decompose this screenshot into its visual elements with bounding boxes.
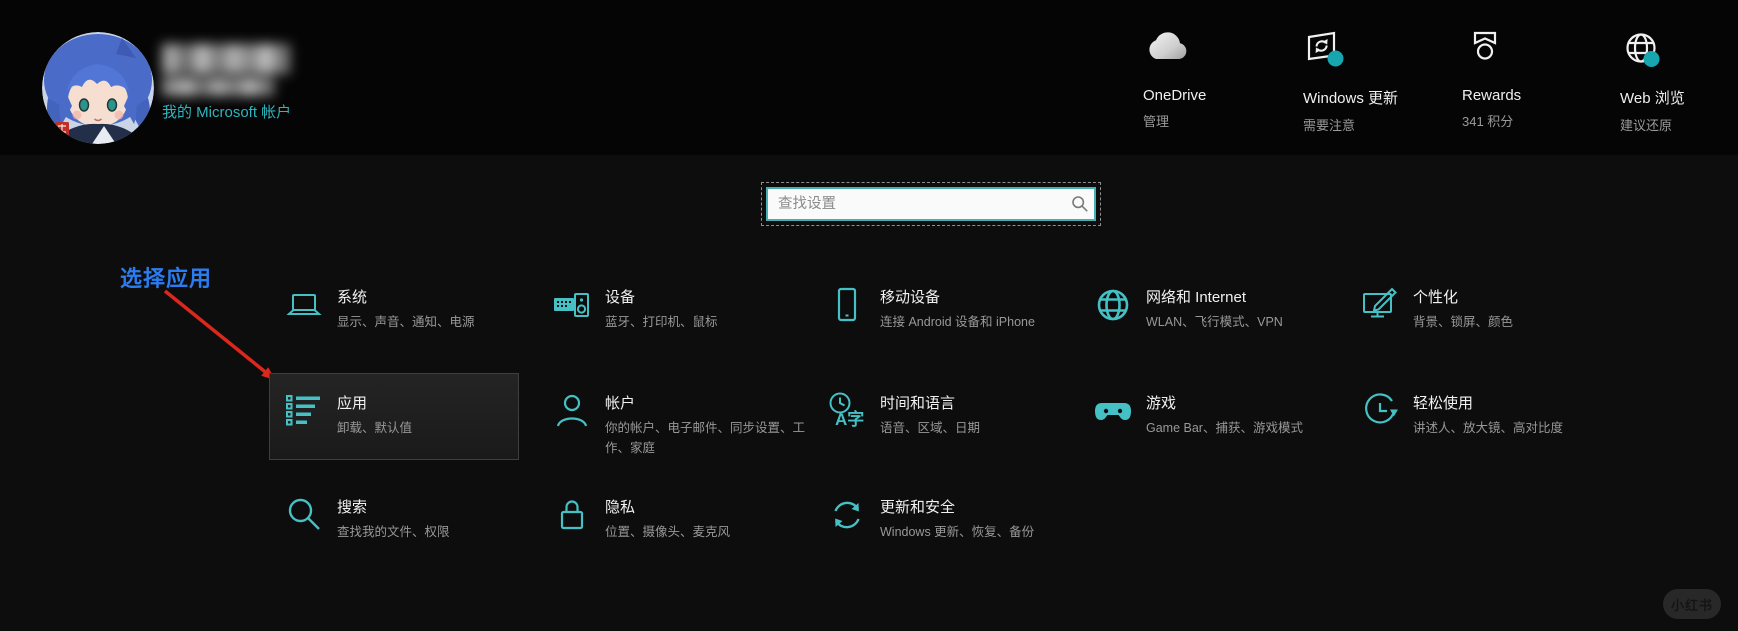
system-laptop-icon (284, 285, 324, 325)
tile-title: 帐户 (605, 395, 636, 412)
tile-title: 应用 (337, 395, 368, 412)
user-avatar (42, 32, 154, 144)
tile-mobile-devices[interactable]: 移动设备 连接 Android 设备和 iPhone (827, 284, 1089, 332)
tile-subtitle: 显示、声音、通知、电源 (337, 315, 475, 329)
tile-system[interactable]: 系统 显示、声音、通知、电源 (284, 284, 546, 332)
web-globe-icon (1620, 28, 1738, 78)
tile-subtitle: 语音、区域、日期 (880, 421, 981, 435)
tile-network-internet[interactable]: 网络和 Internet WLAN、飞行模式、VPN (1093, 284, 1355, 332)
rewards-medal-icon (1462, 28, 1612, 78)
tile-subtitle: WLAN、飞行模式、VPN (1146, 315, 1283, 329)
phone-icon (827, 285, 867, 325)
tile-subtitle: 查找我的文件、权限 (337, 525, 450, 539)
tile-ease-of-access[interactable]: 轻松使用 讲述人、放大镜、高对比度 (1360, 390, 1622, 438)
quick-status-subtitle: 管理 (1143, 114, 1170, 129)
tile-subtitle: Windows 更新、恢复、备份 (880, 525, 1035, 539)
search-magnifier-icon (284, 495, 324, 535)
update-security-sync-icon (827, 495, 867, 535)
tile-privacy[interactable]: 隐私 位置、摄像头、麦克风 (552, 494, 814, 542)
tile-title: 网络和 Internet (1146, 289, 1247, 306)
tile-apps[interactable]: 应用 卸载、默认值 (284, 390, 546, 438)
quick-status-title: Windows 更新 (1303, 90, 1399, 107)
tile-subtitle: 背景、锁屏、颜色 (1413, 315, 1514, 329)
search-icon (1071, 195, 1089, 218)
tile-devices[interactable]: 设备 蓝牙、打印机、鼠标 (552, 284, 814, 332)
tile-search[interactable]: 搜索 查找我的文件、权限 (284, 494, 546, 542)
tile-update-security[interactable]: 更新和安全 Windows 更新、恢复、备份 (827, 494, 1089, 542)
onedrive-cloud-icon (1143, 28, 1293, 78)
tile-accounts[interactable]: 帐户 你的帐户、电子邮件、同步设置、工作、家庭 (552, 390, 814, 458)
svg-text:A字: A字 (835, 409, 864, 429)
quick-status-subtitle: 341 积分 (1462, 114, 1514, 129)
tile-title: 设备 (605, 289, 636, 306)
tile-title: 轻松使用 (1413, 395, 1474, 412)
network-globe-icon (1093, 285, 1133, 325)
tile-subtitle: Game Bar、捕获、游戏模式 (1146, 421, 1303, 435)
tile-subtitle: 你的帐户、电子邮件、同步设置、工作、家庭 (605, 421, 806, 455)
quick-status-web-browsing[interactable]: Web 浏览 建议还原 (1620, 28, 1738, 134)
personalization-icon (1360, 285, 1400, 325)
search-box (761, 182, 1101, 226)
microsoft-account-link[interactable]: 我的 Microsoft 帐户 (162, 101, 291, 122)
anime-avatar-icon (42, 32, 154, 144)
tile-title: 时间和语言 (880, 395, 956, 412)
tile-subtitle: 连接 Android 设备和 iPhone (880, 315, 1035, 329)
tile-personalization[interactable]: 个性化 背景、锁屏、颜色 (1360, 284, 1622, 332)
devices-icon (552, 285, 592, 325)
watermark-badge: 小红书 (1663, 589, 1721, 619)
header: 我的 Microsoft 帐户 OneDrive 管理 Windows 更新 需… (0, 0, 1738, 155)
privacy-lock-icon (552, 495, 592, 535)
tile-title: 系统 (337, 289, 368, 306)
search-input[interactable] (766, 187, 1096, 221)
settings-window: 我的 Microsoft 帐户 OneDrive 管理 Windows 更新 需… (0, 0, 1738, 631)
quick-status-rewards[interactable]: Rewards 341 积分 (1462, 28, 1612, 130)
tile-subtitle: 卸载、默认值 (337, 421, 413, 435)
quick-status-onedrive[interactable]: OneDrive 管理 (1143, 28, 1293, 130)
tile-title: 个性化 (1413, 289, 1459, 306)
user-name-redacted (162, 44, 290, 100)
tile-title: 隐私 (605, 499, 636, 516)
quick-status-subtitle: 建议还原 (1620, 118, 1673, 133)
tile-subtitle: 位置、摄像头、麦克风 (605, 525, 731, 539)
windows-update-icon (1303, 28, 1453, 78)
quick-status-title: OneDrive (1143, 87, 1207, 104)
tile-title: 游戏 (1146, 395, 1177, 412)
tile-title: 移动设备 (880, 289, 941, 306)
quick-status-title: Web 浏览 (1620, 90, 1685, 107)
apps-list-icon (284, 391, 324, 431)
tile-title: 搜索 (337, 499, 368, 516)
tile-subtitle: 蓝牙、打印机、鼠标 (605, 315, 718, 329)
annotation-label: 选择应用 (120, 266, 213, 291)
accounts-person-icon (552, 391, 592, 431)
quick-status-title: Rewards (1462, 87, 1522, 104)
tile-time-language[interactable]: A字 时间和语言 语音、区域、日期 (827, 390, 1089, 438)
tile-gaming[interactable]: 游戏 Game Bar、捕获、游戏模式 (1093, 390, 1355, 438)
quick-status-subtitle: 需要注意 (1303, 118, 1356, 133)
time-language-icon: A字 (827, 391, 867, 431)
ease-of-access-icon (1360, 391, 1400, 431)
quick-status-windows-update[interactable]: Windows 更新 需要注意 (1303, 28, 1453, 134)
tile-subtitle: 讲述人、放大镜、高对比度 (1413, 421, 1564, 435)
gaming-controller-icon (1093, 391, 1133, 431)
tile-title: 更新和安全 (880, 499, 956, 516)
